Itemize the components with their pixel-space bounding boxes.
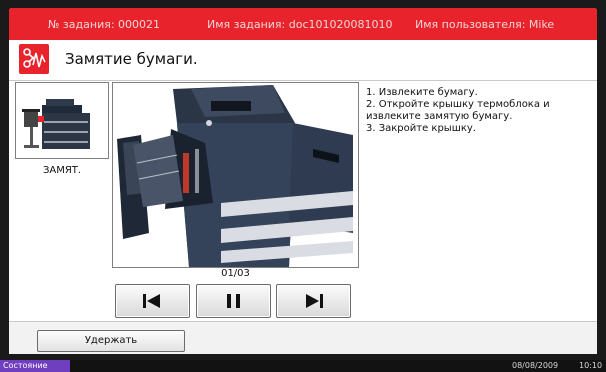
status-bar: Состояние 08/08/2009 10:10 bbox=[0, 360, 606, 372]
footer-bar: Удержать bbox=[9, 321, 597, 354]
message-header: Замятие бумаги. bbox=[9, 40, 597, 81]
instruction-list: 1. Извлеките бумагу. 2. Откройте крышку … bbox=[366, 87, 581, 135]
step-counter: 01/03 bbox=[221, 268, 250, 279]
content-area: ЗАМЯТ. 1. Извлеките бумагу. 2. Откройте … bbox=[9, 81, 597, 321]
status-button[interactable]: Состояние bbox=[0, 360, 70, 372]
job-name: Имя задания: doc101020081010 bbox=[207, 18, 393, 31]
instruction-step-3: 3. Закройте крышку. bbox=[366, 123, 476, 134]
pause-button[interactable] bbox=[196, 284, 271, 318]
job-number: № задания: 000021 bbox=[48, 18, 161, 31]
message-title: Замятие бумаги. bbox=[65, 50, 198, 68]
user-name: Имя пользователя: Mike bbox=[415, 18, 555, 31]
pause-icon bbox=[227, 294, 240, 308]
status-date: 08/08/2009 bbox=[512, 361, 559, 370]
job-info-bar: № задания: 000021 Имя задания: doc101020… bbox=[9, 8, 597, 40]
next-step-button[interactable] bbox=[276, 284, 351, 318]
jam-location-label: ЗАМЯТ. bbox=[42, 165, 82, 176]
skip-back-icon bbox=[143, 294, 160, 308]
previous-step-button[interactable] bbox=[115, 284, 190, 318]
hold-button[interactable]: Удержать bbox=[37, 330, 185, 352]
skip-forward-icon bbox=[306, 294, 323, 308]
instruction-step-2: 2. Откройте крышку термоблока и извлекит… bbox=[366, 99, 550, 122]
printer-location-thumbnail bbox=[15, 82, 109, 159]
paper-jam-icon bbox=[19, 44, 49, 74]
instruction-step-1: 1. Извлеките бумагу. bbox=[366, 87, 478, 98]
jam-removal-illustration bbox=[112, 82, 359, 268]
status-time: 10:10 bbox=[579, 361, 603, 370]
